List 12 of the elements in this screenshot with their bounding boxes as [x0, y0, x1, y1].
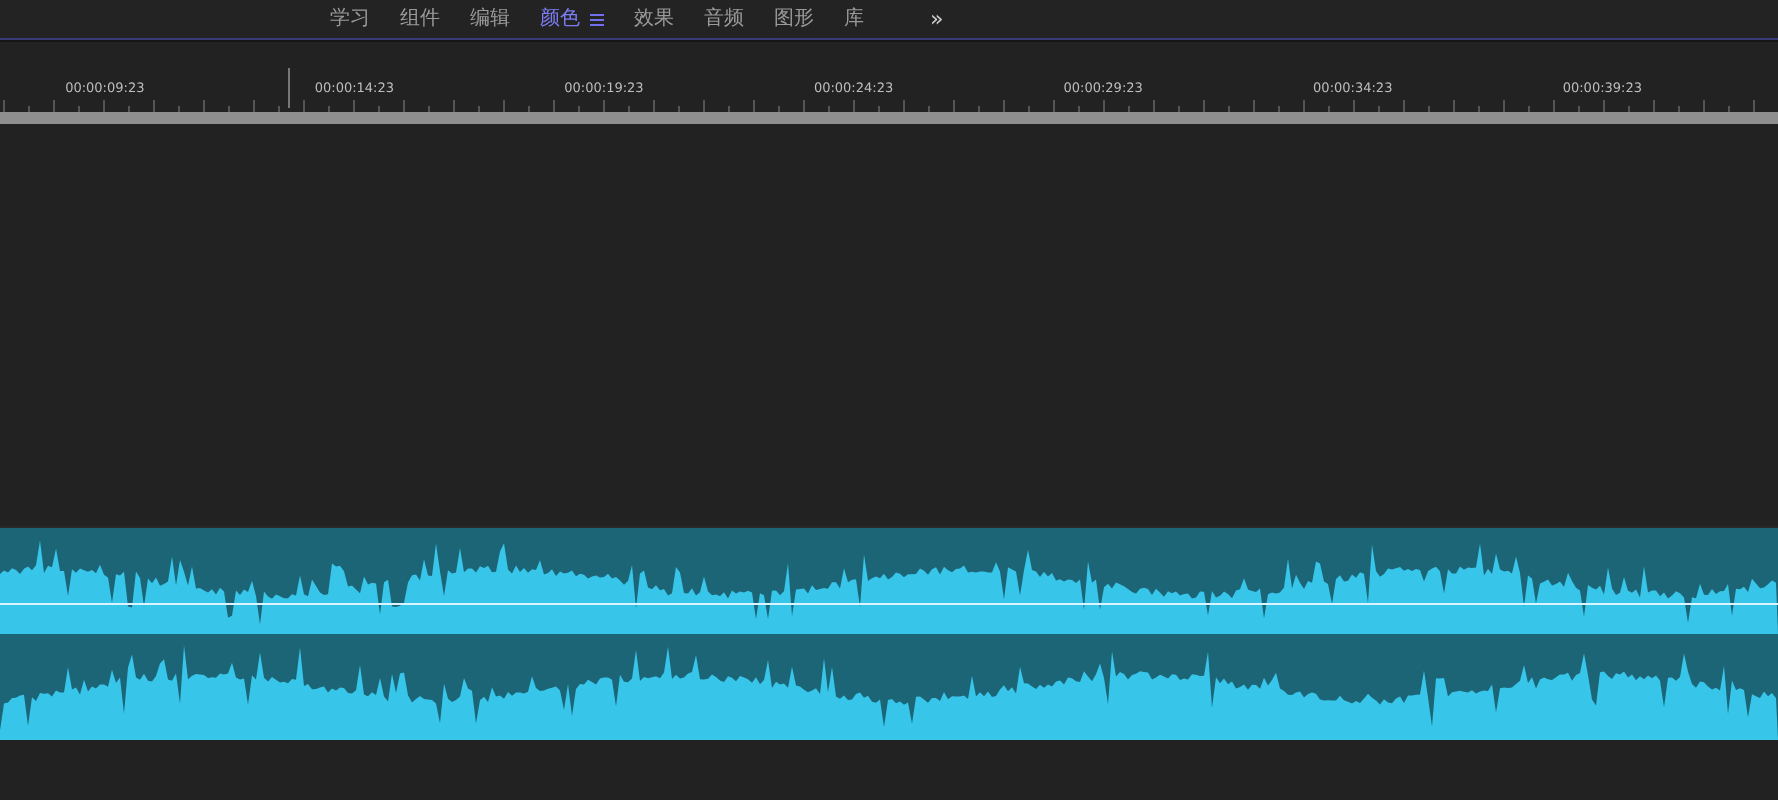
overflow-button[interactable]: »	[930, 7, 944, 31]
workspace-tab[interactable]: 组件	[400, 7, 440, 31]
workspace-tab[interactable]: 学习	[330, 7, 370, 31]
workspace-tab[interactable]: 音频	[704, 7, 744, 31]
workspace-tab[interactable]: 编辑	[470, 7, 510, 31]
workspace-tab[interactable]: 颜色	[540, 7, 580, 31]
workspace-tab[interactable]: 图形	[774, 7, 814, 31]
workspace-tab[interactable]: 库	[844, 7, 864, 31]
workspace-tab[interactable]: 效果	[634, 7, 674, 31]
playhead-line[interactable]	[288, 68, 290, 108]
zoom-scrollbar[interactable]	[0, 112, 1778, 124]
menu-icon[interactable]	[590, 13, 604, 25]
